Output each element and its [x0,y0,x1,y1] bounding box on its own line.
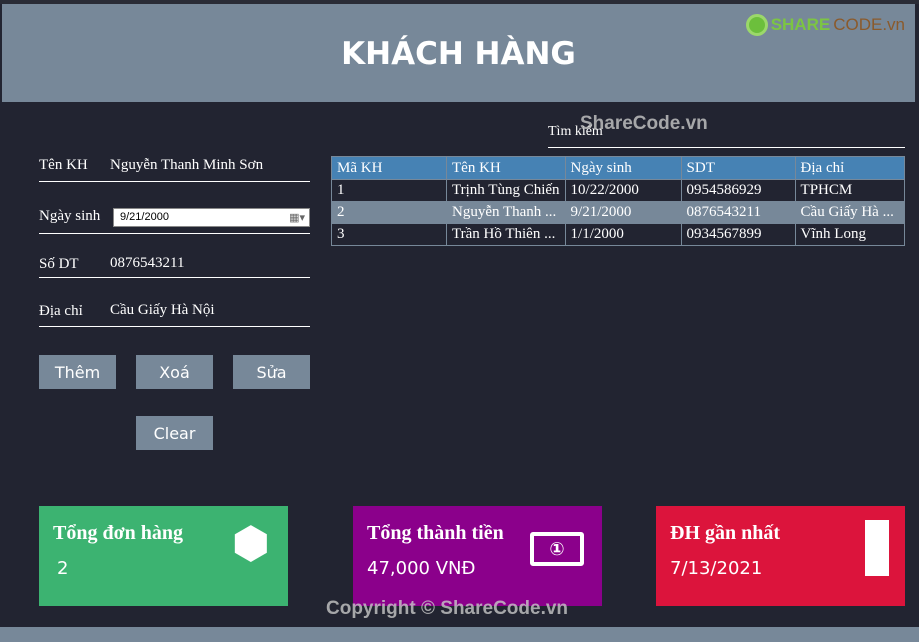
cubes-icon: ⬢ [231,519,270,568]
cell[interactable]: Nguyễn Thanh ... [446,201,566,224]
col-header[interactable]: Tên KH [446,156,566,180]
cell[interactable]: Vĩnh Long [794,223,906,246]
copyright-watermark: Copyright © ShareCode.vn [326,598,569,619]
name-underline [39,181,310,182]
cell[interactable]: Trần Hồ Thiên ... [446,223,566,246]
table-row[interactable]: 3 Trần Hồ Thiên ... 1/1/2000 0934567899 Vĩnh… [331,223,906,246]
cell[interactable]: 0954586929 [680,179,796,202]
card-title: Tổng đơn hàng [53,522,184,544]
search-underline [548,147,905,148]
address-label: Địa chỉ [39,303,83,319]
add-button[interactable]: Thêm [39,355,116,389]
cell[interactable]: 9/21/2000 [564,201,682,224]
card-value: 7/13/2021 [670,558,763,579]
money-bill-icon: ① [530,532,584,566]
cell[interactable]: 3 [331,223,447,246]
total-orders-card: Tổng đơn hàng 2 ⬢ [39,506,288,606]
sharecode-logo: SHARE CODE.vn [745,14,905,36]
cell[interactable]: 1 [331,179,447,202]
table-row-selected[interactable]: 2 Nguyễn Thanh ... 9/21/2000 0876543211 Cầu … [331,201,906,224]
card-title: ĐH gần nhất [670,522,781,544]
cell[interactable]: 0876543211 [680,201,796,224]
clear-button[interactable]: Clear [136,416,213,450]
dob-datepicker[interactable]: 9/21/2000 ▦▾ [113,208,310,227]
delete-button[interactable]: Xoá [136,355,213,389]
cell[interactable]: TPHCM [794,179,906,202]
dob-underline [39,233,310,234]
cell[interactable]: 1/1/2000 [564,223,682,246]
phone-label: Số DT [39,256,79,272]
table-row[interactable]: 1 Trịnh Tùng Chiến 10/22/2000 0954586929 TPH… [331,179,906,202]
watermark: ShareCode.vn [580,113,708,134]
dob-label: Ngày sinh [39,208,101,224]
card-value: 47,000 VNĐ [367,558,476,579]
name-input[interactable]: Nguyễn Thanh Minh Sơn [110,157,263,174]
cell[interactable]: Trịnh Tùng Chiến [446,179,566,202]
col-header[interactable]: Mã KH [331,156,447,180]
cell[interactable]: 2 [331,201,447,224]
cell[interactable]: 10/22/2000 [564,179,682,202]
name-label: Tên KH [39,157,88,173]
card-value: 2 [57,558,69,579]
customer-table[interactable]: Mã KH Tên KH Ngày sinh SDT Địa chỉ 1 Trịn… [331,156,906,246]
latest-order-card: ĐH gần nhất 7/13/2021 [656,506,905,606]
page-title: KHÁCH HÀNG [341,36,576,72]
phone-underline [39,277,310,278]
cell[interactable]: 0934567899 [680,223,796,246]
header: KHÁCH HÀNG SHARE CODE.vn [2,4,915,102]
total-amount-card: Tổng thành tiền 47,000 VNĐ ① [353,506,602,606]
footer-bar [0,627,919,642]
cell[interactable]: Cầu Giấy Hà ... [794,201,906,224]
table-header: Mã KH Tên KH Ngày sinh SDT Địa chỉ [331,156,906,180]
col-header[interactable]: Địa chỉ [794,156,906,180]
calendar-icon[interactable]: ▦▾ [289,211,305,224]
address-input[interactable]: Cầu Giấy Hà Nội [110,302,215,319]
edit-button[interactable]: Sửa [233,355,310,389]
address-underline [39,326,310,327]
col-header[interactable]: Ngày sinh [564,156,682,180]
col-header[interactable]: SDT [680,156,796,180]
receipt-icon [865,520,889,576]
card-title: Tổng thành tiền [367,522,504,544]
phone-input[interactable]: 0876543211 [110,255,184,272]
